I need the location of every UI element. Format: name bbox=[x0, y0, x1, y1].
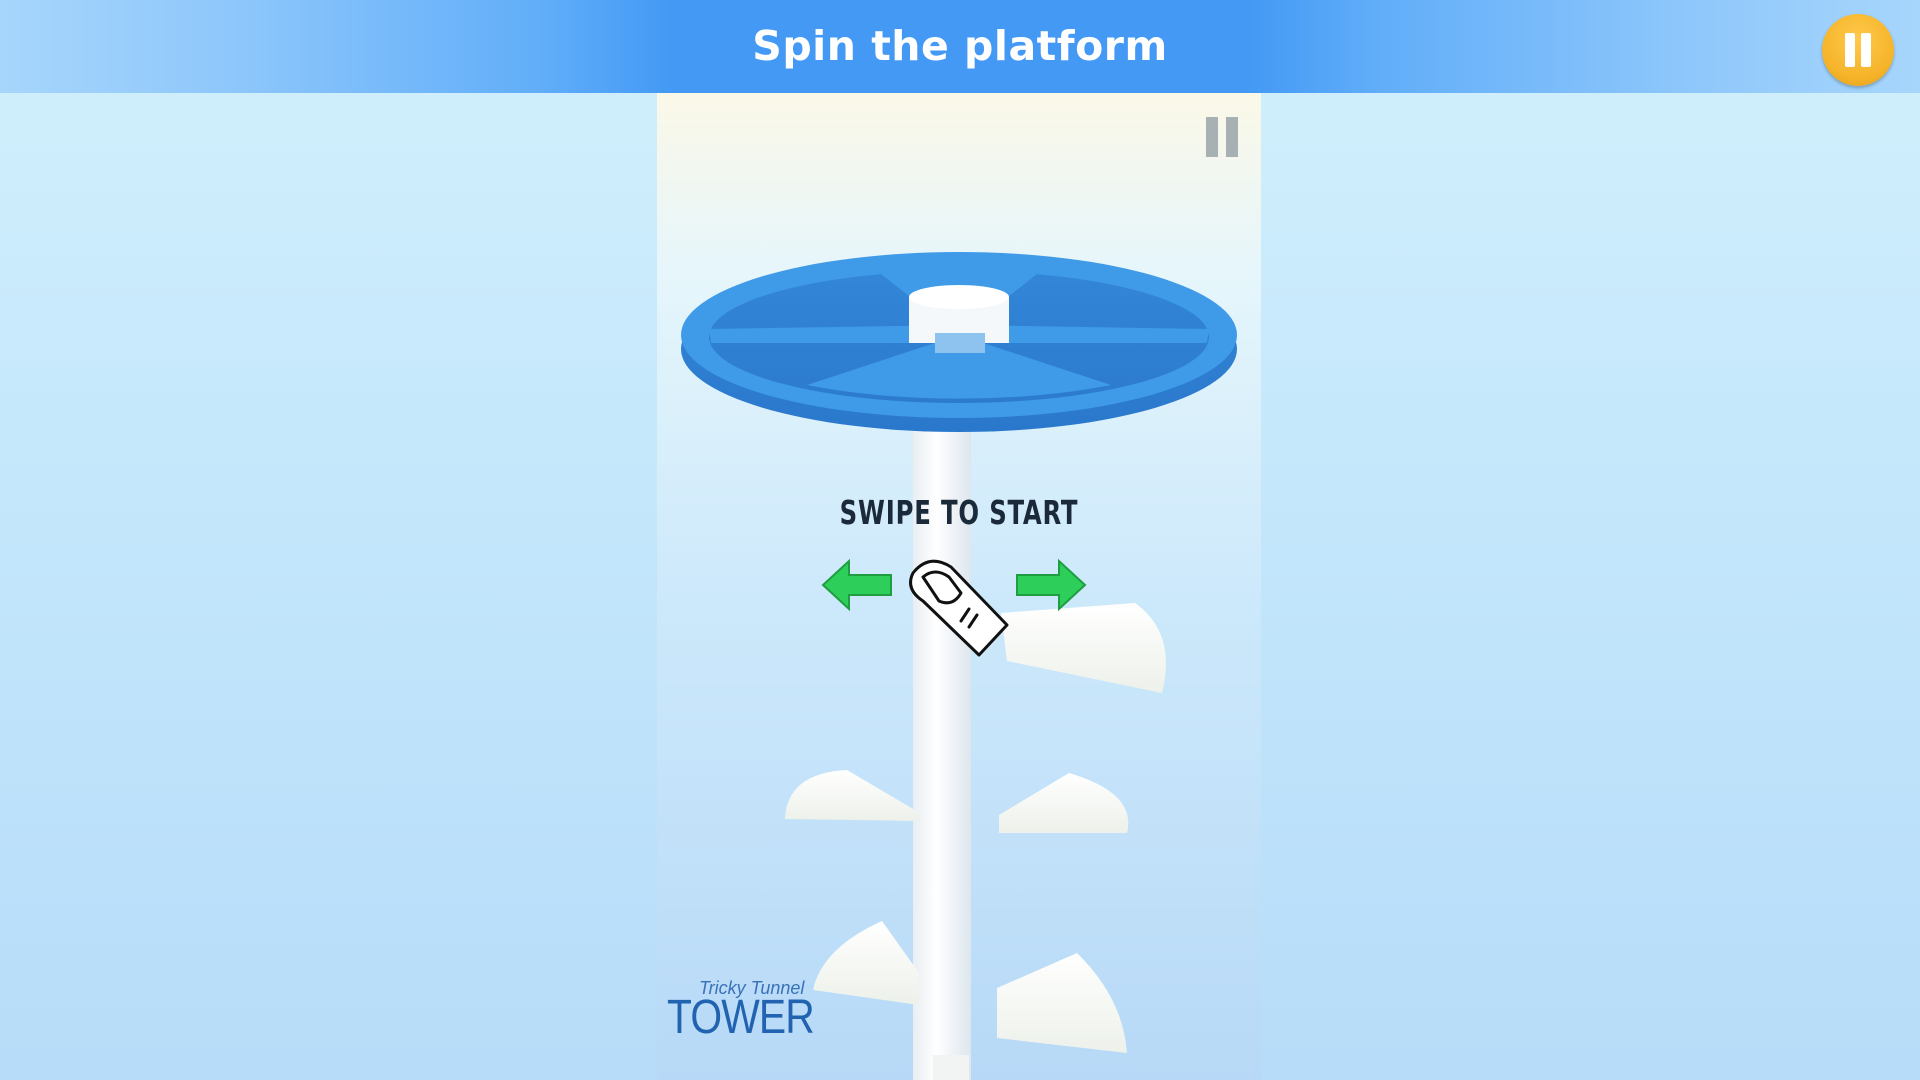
game-logo: Tricky Tunnel TOWER bbox=[663, 978, 815, 1058]
outer-pause-button[interactable] bbox=[1822, 14, 1894, 86]
swipe-instruction: SWIPE TO START bbox=[839, 493, 1079, 532]
arrow-right-icon bbox=[1016, 558, 1087, 612]
wedge-right-low bbox=[997, 953, 1127, 1053]
top-banner: Spin the platform bbox=[0, 0, 1920, 93]
game-viewport[interactable]: SWIPE TO START Tricky Tunnel TOWER bbox=[657, 93, 1261, 1080]
screen: Spin the platform SWIPE TO START Tricky … bbox=[0, 0, 1920, 1080]
game-scene bbox=[681, 252, 1237, 1080]
arrow-left-icon bbox=[821, 558, 892, 612]
banner-title: Spin the platform bbox=[752, 22, 1168, 70]
inner-pause-button[interactable] bbox=[1204, 117, 1244, 159]
pause-icon bbox=[1206, 117, 1218, 157]
wedge-left-mid bbox=[785, 770, 920, 821]
wedge-right-upper bbox=[1001, 603, 1166, 693]
wedge-left-low bbox=[813, 921, 919, 1005]
wedge-right-mid bbox=[999, 773, 1129, 833]
pause-icon bbox=[1845, 33, 1855, 67]
logo-title: TOWER bbox=[667, 991, 815, 1044]
